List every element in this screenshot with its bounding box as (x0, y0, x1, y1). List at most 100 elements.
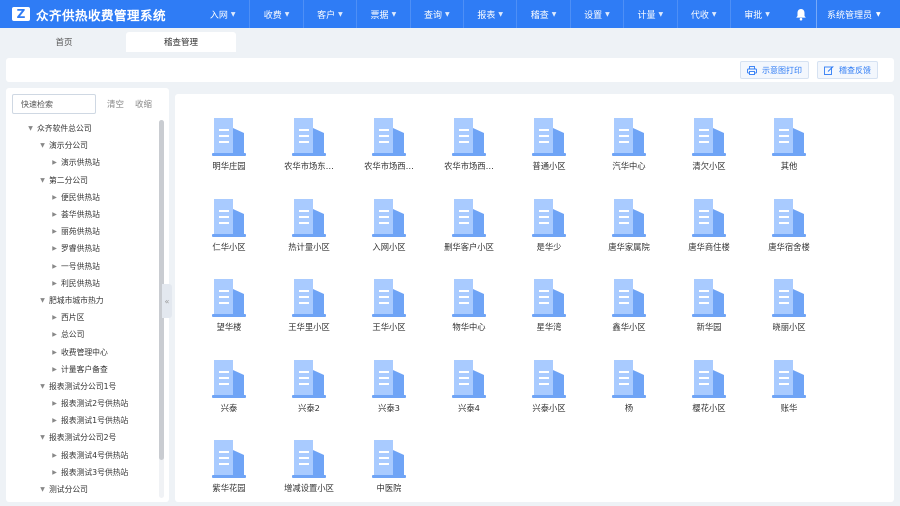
tree-node[interactable]: ▼ 报表测试分公司1号 (6, 378, 158, 395)
community-tile[interactable]: 兴泰2 (269, 358, 349, 439)
tree-node[interactable]: ▶ 西片区 (6, 309, 158, 326)
community-tile[interactable]: 明华庄园 (189, 116, 269, 197)
community-tile[interactable]: 唐华宿舍楼 (749, 197, 829, 278)
caret-down-icon[interactable]: ▼ (38, 142, 47, 149)
community-tile[interactable]: 入网小区 (349, 197, 429, 278)
tree-node[interactable]: ▶ 报表测试3号供热站 (6, 464, 158, 481)
clear-link[interactable]: 清空 (107, 98, 124, 110)
panel-collapse-handle[interactable]: « (162, 284, 172, 318)
menu-item[interactable]: 查询 ▼ (409, 0, 463, 28)
community-tile[interactable]: 王华小区 (349, 277, 429, 358)
caret-down-icon[interactable]: ▼ (38, 297, 47, 304)
print-diagram-button[interactable]: 示意图打印 (740, 61, 809, 79)
caret-down-icon[interactable]: ▼ (26, 125, 35, 132)
community-tile[interactable]: 新华园 (669, 277, 749, 358)
user-menu[interactable]: 系统管理员 ▼ (816, 0, 881, 28)
community-tile[interactable]: 紫华花园 (189, 438, 269, 506)
community-tile[interactable]: 兴泰4 (429, 358, 509, 439)
community-tile[interactable]: 清欠小区 (669, 116, 749, 197)
community-tile[interactable]: 删华客户小区 (429, 197, 509, 278)
caret-down-icon[interactable]: ▼ (38, 177, 47, 184)
community-tile[interactable]: 鑫华小区 (589, 277, 669, 358)
bell-icon[interactable] (786, 0, 816, 28)
caret-right-icon[interactable]: ▶ (50, 314, 59, 321)
menu-item[interactable]: 票据 ▼ (356, 0, 409, 28)
tree-node[interactable]: ▶ 演示供热站 (6, 154, 158, 171)
community-tile[interactable]: 樱花小区 (669, 358, 749, 439)
caret-right-icon[interactable]: ▶ (50, 452, 59, 459)
menu-item[interactable]: 入网 ▼ (196, 0, 249, 28)
caret-right-icon[interactable]: ▶ (50, 366, 59, 373)
caret-right-icon[interactable]: ▶ (50, 194, 59, 201)
menu-item[interactable]: 审批 ▼ (729, 0, 783, 28)
menu-item[interactable]: 报表 ▼ (462, 0, 516, 28)
community-tile[interactable]: 农华市场西… (429, 116, 509, 197)
community-tile[interactable]: 兴泰小区 (509, 358, 589, 439)
menu-item[interactable]: 设置 ▼ (569, 0, 623, 28)
community-tile[interactable]: 兴泰 (189, 358, 269, 439)
tree-node[interactable]: ▶ 报表测试4号供热站 (6, 447, 158, 464)
caret-right-icon[interactable]: ▶ (50, 331, 59, 338)
community-tile[interactable]: 兴泰3 (349, 358, 429, 439)
caret-down-icon[interactable]: ▼ (38, 486, 47, 493)
collapse-link[interactable]: 收缩 (135, 98, 152, 110)
audit-feedback-button[interactable]: 稽查反馈 (817, 61, 878, 79)
caret-right-icon[interactable]: ▶ (50, 417, 59, 424)
menu-item[interactable]: 代收 ▼ (676, 0, 730, 28)
caret-right-icon[interactable]: ▶ (50, 211, 59, 218)
caret-right-icon[interactable]: ▶ (50, 159, 59, 166)
community-tile[interactable]: 农华市场西… (349, 116, 429, 197)
community-tile[interactable]: 中医院 (349, 438, 429, 506)
caret-right-icon[interactable]: ▶ (50, 280, 59, 287)
caret-right-icon[interactable]: ▶ (50, 349, 59, 356)
community-tile[interactable]: 星华湾 (509, 277, 589, 358)
tree-node[interactable]: ▶ 便民供热站 (6, 189, 158, 206)
tree-node[interactable]: ▶ 报表测试2号供热站 (6, 395, 158, 412)
menu-item[interactable]: 计量 ▼ (623, 0, 676, 28)
tree-node[interactable]: ▶ 一号供热站 (6, 258, 158, 275)
menu-item[interactable]: 收费 ▼ (249, 0, 302, 28)
community-tile[interactable]: 晓丽小区 (749, 277, 829, 358)
tab-audit-management[interactable]: 稽查管理 (126, 32, 236, 52)
community-tile[interactable]: 物华中心 (429, 277, 509, 358)
tree-node[interactable]: ▶ 总公司 (6, 326, 158, 343)
community-tile[interactable]: 仁华小区 (189, 197, 269, 278)
quick-search-input[interactable] (12, 94, 96, 114)
caret-right-icon[interactable]: ▶ (50, 263, 59, 270)
community-tile[interactable]: 是华少 (509, 197, 589, 278)
tree-node[interactable]: ▶ 荟华供热站 (6, 206, 158, 223)
community-tile[interactable]: 农华市场东… (269, 116, 349, 197)
community-tile[interactable]: 其他 (749, 116, 829, 197)
community-tile[interactable]: 增减设置小区 (269, 438, 349, 506)
community-tile[interactable]: 望华楼 (189, 277, 269, 358)
community-tile[interactable]: 唐华商住楼 (669, 197, 749, 278)
tree-node[interactable]: ▼ 第二分公司 (6, 172, 158, 189)
community-tile[interactable]: 热计量小区 (269, 197, 349, 278)
tree-node[interactable]: ▼ 测试分公司 (6, 481, 158, 498)
tree-node[interactable]: ▶ 丽苑供热站 (6, 223, 158, 240)
community-tile[interactable]: 王华里小区 (269, 277, 349, 358)
caret-right-icon[interactable]: ▶ (50, 469, 59, 476)
caret-right-icon[interactable]: ▶ (50, 228, 59, 235)
community-tile[interactable]: 唐华家属院 (589, 197, 669, 278)
menu-item[interactable]: 客户 ▼ (302, 0, 356, 28)
tree-node[interactable]: ▶ 收费管理中心 (6, 343, 158, 360)
community-tile[interactable]: 普通小区 (509, 116, 589, 197)
caret-down-icon[interactable]: ▼ (38, 383, 47, 390)
tree-node[interactable]: ▶ 报表测试1号供热站 (6, 412, 158, 429)
tab-home[interactable]: 首页 (4, 32, 124, 52)
tree-node[interactable]: ▼ 报表测试分公司2号 (6, 429, 158, 446)
tree-node[interactable]: ▶ 罗睿供热站 (6, 240, 158, 257)
community-tile[interactable]: 账华 (749, 358, 829, 439)
tree-node[interactable]: ▼ 演示分公司 (6, 137, 158, 154)
tree-node[interactable]: ▶ 计量客户备查 (6, 361, 158, 378)
menu-item[interactable]: 稽查 ▼ (516, 0, 569, 28)
tree-node[interactable]: ▼ 肥城市城市热力 (6, 292, 158, 309)
tree-node[interactable]: ▼ 众齐软件总公司 (6, 120, 158, 137)
community-tile[interactable]: 杨 (589, 358, 669, 439)
caret-right-icon[interactable]: ▶ (50, 245, 59, 252)
caret-down-icon[interactable]: ▼ (38, 434, 47, 441)
caret-right-icon[interactable]: ▶ (50, 400, 59, 407)
community-tile[interactable]: 汽华中心 (589, 116, 669, 197)
tree-node[interactable]: ▶ 利民供热站 (6, 275, 158, 292)
